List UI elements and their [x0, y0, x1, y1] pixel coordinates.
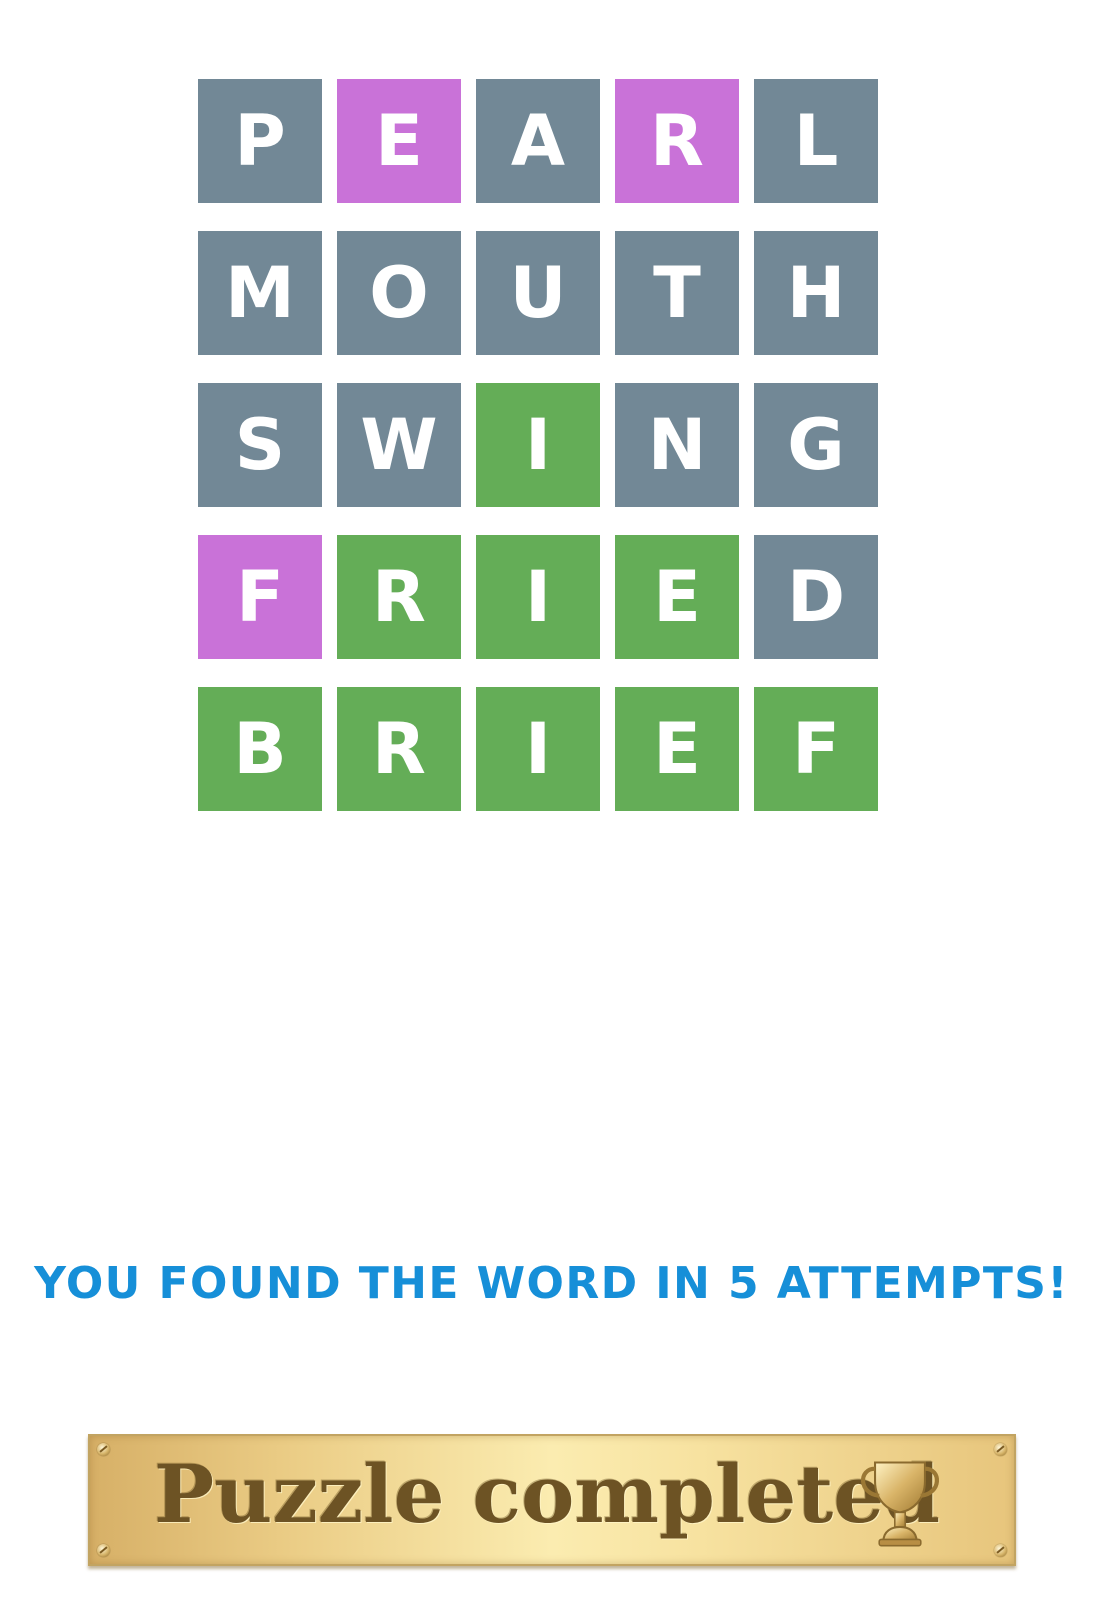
letter-tile: O [337, 231, 461, 355]
letter-tile: M [198, 231, 322, 355]
letter-tile: H [754, 231, 878, 355]
guess-row: B R I E F [198, 687, 882, 811]
game-board: P E A R L M O U T H S W I N G F R I E D … [198, 79, 882, 839]
letter-tile: U [476, 231, 600, 355]
screw-icon [97, 1443, 110, 1456]
letter-tile: R [615, 79, 739, 203]
letter-tile: S [198, 383, 322, 507]
letter-tile: G [754, 383, 878, 507]
letter-tile: F [198, 535, 322, 659]
letter-tile: I [476, 687, 600, 811]
letter-tile: E [615, 687, 739, 811]
result-message: YOU FOUND THE WORD IN 5 ATTEMPTS! [34, 1258, 1069, 1309]
letter-tile: I [476, 535, 600, 659]
guess-row: P E A R L [198, 79, 882, 203]
guess-row: S W I N G [198, 383, 882, 507]
screw-icon [994, 1443, 1007, 1456]
screw-icon [97, 1544, 110, 1557]
guess-row: M O U T H [198, 231, 882, 355]
letter-tile: I [476, 383, 600, 507]
screw-icon [994, 1544, 1007, 1557]
letter-tile: B [198, 687, 322, 811]
letter-tile: A [476, 79, 600, 203]
letter-tile: D [754, 535, 878, 659]
letter-tile: T [615, 231, 739, 355]
letter-tile: E [337, 79, 461, 203]
letter-tile: P [198, 79, 322, 203]
guess-row: F R I E D [198, 535, 882, 659]
banner-label: Puzzle completed [154, 1447, 941, 1541]
letter-tile: E [615, 535, 739, 659]
trophy-icon [861, 1461, 939, 1547]
puzzle-completed-banner: Puzzle completed [88, 1434, 1016, 1566]
letter-tile: W [337, 383, 461, 507]
letter-tile: L [754, 79, 878, 203]
letter-tile: R [337, 535, 461, 659]
letter-tile: N [615, 383, 739, 507]
letter-tile: F [754, 687, 878, 811]
letter-tile: R [337, 687, 461, 811]
